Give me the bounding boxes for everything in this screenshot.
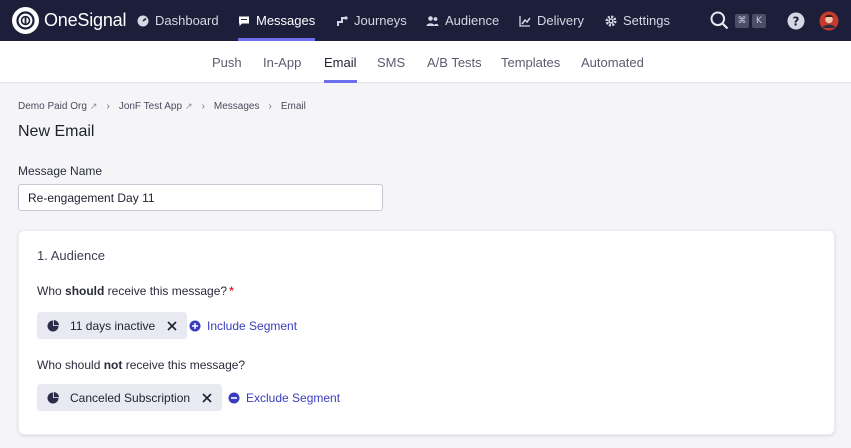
search-icon <box>710 11 729 30</box>
channel-tabs: Push In-App Email SMS A/B Tests Template… <box>0 41 851 83</box>
tab-email[interactable]: Email <box>324 41 357 83</box>
plus-circle-icon <box>189 320 201 331</box>
tab-automated[interactable]: Automated <box>581 41 644 83</box>
close-icon <box>167 320 177 331</box>
nav-dashboard-label: Dashboard <box>155 13 219 28</box>
breadcrumb-separator: › <box>201 101 205 112</box>
exclude-segment-button-label: Exclude Segment <box>246 390 341 405</box>
nav-audience[interactable]: Audience <box>426 0 499 41</box>
audience-section-title: 1. Audience <box>37 248 105 263</box>
message-name-input[interactable] <box>18 184 383 211</box>
minus-circle-icon <box>228 392 240 403</box>
exclude-question-pre: Who should <box>37 358 104 372</box>
external-link-icon: ↗ <box>185 101 193 111</box>
gear-icon <box>605 15 617 26</box>
breadcrumb-messages[interactable]: Messages <box>214 101 260 112</box>
brand-name: OneSignal <box>44 10 127 30</box>
nav-messages-label: Messages <box>256 13 316 28</box>
tab-ab-tests-label: A/B Tests <box>427 54 482 70</box>
help-icon: ? <box>787 12 805 29</box>
breadcrumb-app[interactable]: JonF Test App <box>119 101 182 112</box>
help-button[interactable]: ? <box>787 0 805 41</box>
exclude-segment-button[interactable]: Exclude Segment <box>228 384 340 411</box>
search-button[interactable] <box>710 0 729 41</box>
tab-in-app-label: In-App <box>263 54 302 70</box>
nav-journeys[interactable]: Journeys <box>336 0 407 41</box>
avatar-icon <box>819 11 839 30</box>
search-shortcut: ⌘ K <box>735 0 766 41</box>
nav-settings[interactable]: Settings <box>605 0 670 41</box>
breadcrumb-separator: › <box>106 101 110 112</box>
onesignal-logo-icon <box>12 7 39 34</box>
tab-templates-label: Templates <box>501 54 561 70</box>
breadcrumb-email: Email <box>280 101 306 112</box>
shortcut-k-key: K <box>752 13 766 28</box>
breadcrumb: Demo Paid Org ↗ › JonF Test App ↗ › Mess… <box>18 101 306 112</box>
tab-in-app[interactable]: In-App <box>263 41 301 83</box>
tab-automated-label: Automated <box>581 54 644 70</box>
include-segment-name: 11 days inactive <box>70 318 156 333</box>
people-icon <box>426 15 439 26</box>
nav-delivery-label: Delivery <box>537 13 584 28</box>
dashboard-icon <box>137 15 149 26</box>
nav-audience-label: Audience <box>445 13 500 28</box>
breadcrumb-org[interactable]: Demo Paid Org <box>18 101 87 112</box>
tab-push-label: Push <box>212 54 242 70</box>
journey-icon <box>337 15 348 26</box>
pie-chart-icon <box>47 319 59 332</box>
exclude-segment-chip: Canceled Subscription <box>37 384 223 411</box>
close-icon <box>202 392 212 403</box>
tab-email-label: Email <box>324 54 357 70</box>
remove-include-segment-button[interactable] <box>167 320 177 331</box>
nav-delivery[interactable]: Delivery <box>519 0 584 41</box>
include-question-pre: Who <box>37 284 66 298</box>
nav-dashboard[interactable]: Dashboard <box>137 0 219 41</box>
remove-exclude-segment-button[interactable] <box>202 392 212 403</box>
nav-settings-label: Settings <box>623 13 670 28</box>
nav-messages[interactable]: Messages <box>238 0 316 41</box>
tab-push[interactable]: Push <box>212 41 242 83</box>
chat-icon <box>239 16 249 26</box>
shortcut-cmd-key: ⌘ <box>735 13 749 28</box>
breadcrumb-separator: › <box>268 101 272 112</box>
page-title: New Email <box>18 123 95 140</box>
include-segment-button[interactable]: Include Segment <box>189 312 297 339</box>
exclude-question-post: receive this message? <box>122 358 246 372</box>
tab-templates[interactable]: Templates <box>501 41 560 83</box>
exclude-segment-name: Canceled Subscription <box>70 390 191 405</box>
include-question-bold: should <box>65 284 105 298</box>
include-segment-button-label: Include Segment <box>207 318 298 333</box>
exclude-question: Who should not receive this message? <box>37 358 245 372</box>
nav-journeys-label: Journeys <box>354 13 407 28</box>
exclude-question-bold: not <box>103 358 123 372</box>
user-avatar[interactable] <box>819 0 839 41</box>
tab-sms-label: SMS <box>377 54 406 70</box>
pie-chart-icon <box>47 391 59 404</box>
message-name-label: Message Name <box>18 164 103 178</box>
tab-ab-tests[interactable]: A/B Tests <box>427 41 482 83</box>
audience-card: 1. Audience Who should receive this mess… <box>18 230 835 435</box>
include-segment-chip: 11 days inactive <box>37 312 188 339</box>
svg-text:?: ? <box>793 14 800 28</box>
required-asterisk: * <box>229 284 234 298</box>
tab-sms[interactable]: SMS <box>377 41 405 83</box>
top-navigation: OneSignal Dashboard Messages Journeys Au… <box>0 0 851 41</box>
include-question-post: receive this message? <box>104 284 228 298</box>
onesignal-logo[interactable]: OneSignal <box>12 7 126 34</box>
chart-icon <box>519 15 531 27</box>
include-question: Who should receive this message? * <box>37 284 234 298</box>
external-link-icon: ↗ <box>89 101 98 111</box>
